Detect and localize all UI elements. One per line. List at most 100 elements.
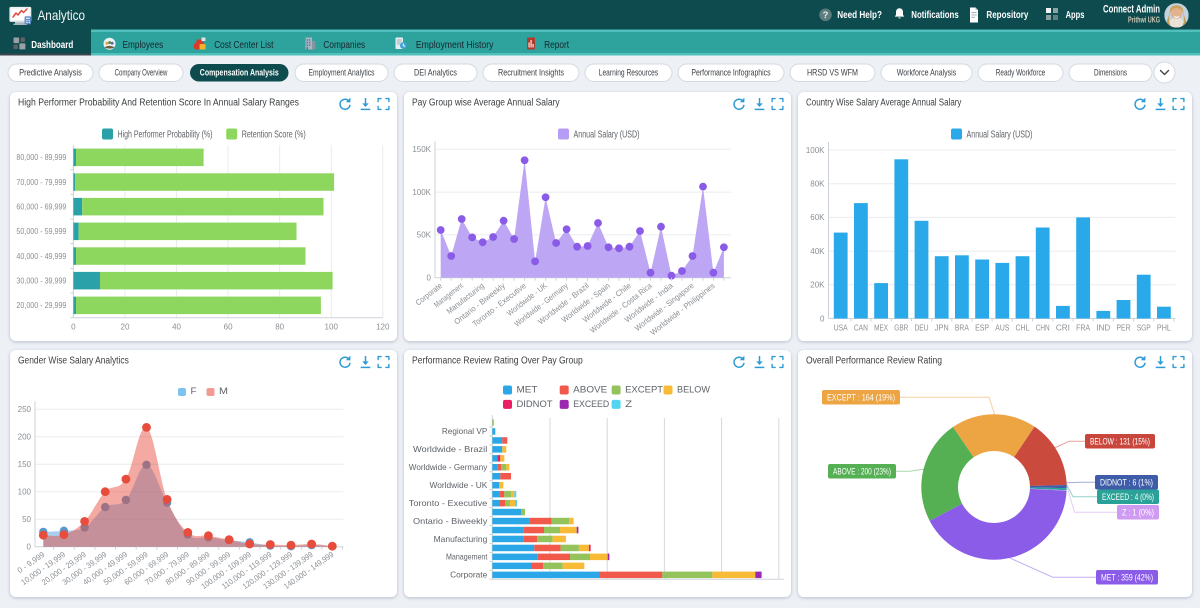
svg-text:80: 80 — [275, 323, 284, 332]
svg-text:40K: 40K — [810, 247, 825, 256]
svg-text:DEI Analytics: DEI Analytics — [414, 68, 457, 78]
svg-text:50K: 50K — [417, 231, 432, 240]
svg-text:Z : 1 (0%): Z : 1 (0%) — [1122, 507, 1154, 517]
svg-text:AUS: AUS — [995, 324, 1009, 333]
svg-text:0: 0 — [27, 543, 32, 552]
svg-text:Compensation Analysis: Compensation Analysis — [200, 68, 279, 78]
svg-text:EXCEED : 4 (0%): EXCEED : 4 (0%) — [1102, 492, 1154, 502]
svg-text:Need Help?: Need Help? — [837, 9, 882, 21]
svg-text:Apps: Apps — [1066, 9, 1085, 21]
svg-text:GBR: GBR — [894, 324, 908, 333]
svg-text:0: 0 — [820, 314, 825, 323]
svg-text:Dashboard: Dashboard — [31, 39, 73, 51]
svg-text:Management: Management — [446, 552, 488, 562]
svg-text:SGP: SGP — [1137, 324, 1151, 333]
svg-text:Ready Workforce: Ready Workforce — [996, 68, 1046, 78]
svg-text:Retention Score (%): Retention Score (%) — [242, 130, 306, 141]
svg-text:Ontario - Biweekly: Ontario - Biweekly — [413, 516, 488, 526]
svg-text:Country Wise Salary Average An: Country Wise Salary Average Annual Salar… — [806, 98, 961, 109]
svg-text:Worldwide - UK: Worldwide - UK — [430, 480, 488, 490]
svg-text:60,000 - 69,999: 60,000 - 69,999 — [16, 202, 66, 211]
svg-text:BELOW : 131 (15%): BELOW : 131 (15%) — [1090, 436, 1150, 446]
svg-text:60K: 60K — [810, 213, 825, 222]
svg-text:20: 20 — [121, 323, 130, 332]
svg-text:?: ? — [823, 10, 829, 21]
svg-text:100: 100 — [18, 488, 32, 497]
svg-text:Performance Infographics: Performance Infographics — [691, 68, 771, 78]
svg-text:Predictive Analysis: Predictive Analysis — [19, 68, 82, 78]
svg-text:150: 150 — [18, 460, 32, 469]
svg-text:CRI: CRI — [1056, 324, 1070, 333]
svg-text:DEU: DEU — [915, 324, 929, 333]
svg-text:40,000 - 49,999: 40,000 - 49,999 — [16, 252, 66, 261]
svg-text:PER: PER — [1117, 324, 1131, 333]
svg-text:USA: USA — [834, 324, 849, 333]
svg-text:Analytico: Analytico — [38, 7, 86, 23]
svg-text:IND: IND — [1096, 324, 1110, 333]
svg-text:Report: Report — [544, 39, 569, 51]
svg-text:Annual Salary (USD): Annual Salary (USD) — [574, 130, 640, 141]
svg-text:High Performer Probability And: High Performer Probability And Retention… — [18, 98, 299, 109]
svg-text:Z: Z — [625, 399, 633, 409]
svg-text:Employment History: Employment History — [416, 39, 494, 51]
svg-text:Repository: Repository — [986, 9, 1028, 21]
svg-text:100K: 100K — [806, 146, 825, 155]
svg-text:Worldwide - Brazil: Worldwide - Brazil — [413, 444, 487, 454]
svg-text:Toronto - Executive: Toronto - Executive — [409, 498, 488, 508]
svg-text:CAN: CAN — [854, 324, 868, 333]
svg-text:HRSD VS WFM: HRSD VS WFM — [807, 68, 858, 78]
svg-text:80,000 - 89,999: 80,000 - 89,999 — [16, 153, 66, 162]
svg-text:100: 100 — [325, 323, 339, 332]
svg-text:Overall Performance Review Rat: Overall Performance Review Rating — [806, 356, 942, 367]
svg-text:0: 0 — [71, 323, 76, 332]
svg-text:Recruitment Insights: Recruitment Insights — [498, 68, 564, 78]
svg-text:20,000 - 29,999: 20,000 - 29,999 — [16, 301, 66, 310]
svg-text:PHL: PHL — [1157, 324, 1171, 333]
svg-text:FRA: FRA — [1076, 324, 1091, 333]
svg-text:Notifications: Notifications — [911, 9, 959, 21]
svg-text:Performance Review Rating Over: Performance Review Rating Over Pay Group — [412, 356, 583, 367]
svg-text:0: 0 — [427, 274, 432, 283]
svg-text:CHN: CHN — [1036, 324, 1050, 333]
svg-text:150K: 150K — [412, 145, 431, 154]
svg-text:MEX: MEX — [874, 324, 889, 333]
svg-text:Regional VP: Regional VP — [442, 426, 488, 436]
svg-text:Companies: Companies — [323, 39, 365, 51]
svg-text:EXCEPT: EXCEPT — [625, 385, 664, 395]
svg-text:250: 250 — [18, 405, 32, 414]
svg-text:MET : 359 (42%): MET : 359 (42%) — [1101, 572, 1153, 582]
svg-text:EXCEPT : 164 (19%): EXCEPT : 164 (19%) — [827, 392, 895, 402]
svg-text:ESP: ESP — [975, 324, 989, 333]
svg-text:ABOVE: ABOVE — [573, 385, 607, 395]
svg-text:Learning Resources: Learning Resources — [599, 68, 659, 78]
svg-text:Manufacturing: Manufacturing — [434, 534, 488, 544]
svg-text:BELOW: BELOW — [677, 385, 711, 395]
svg-text:Connect Admin: Connect Admin — [1103, 4, 1160, 16]
svg-text:Gender Wise Salary Analytics: Gender Wise Salary Analytics — [18, 356, 129, 367]
svg-text:80K: 80K — [810, 180, 825, 189]
svg-text:200: 200 — [18, 433, 32, 442]
svg-text:70,000 - 79,999: 70,000 - 79,999 — [16, 178, 66, 187]
svg-text:120: 120 — [376, 323, 390, 332]
svg-text:CHL: CHL — [1016, 324, 1030, 333]
svg-text:M: M — [219, 386, 228, 396]
svg-text:30,000 - 39,999: 30,000 - 39,999 — [16, 276, 66, 285]
svg-text:F: F — [191, 386, 198, 396]
svg-text:MET: MET — [517, 385, 539, 395]
svg-text:JPN: JPN — [935, 324, 949, 333]
svg-text:60: 60 — [224, 323, 233, 332]
svg-text:20K: 20K — [810, 281, 825, 290]
svg-text:BRA: BRA — [955, 324, 970, 333]
svg-text:DIDNOT: DIDNOT — [517, 399, 554, 409]
svg-text:40: 40 — [172, 323, 181, 332]
svg-text:DIDNOT : 6 (1%): DIDNOT : 6 (1%) — [1100, 477, 1153, 487]
svg-text:50,000 - 59,999: 50,000 - 59,999 — [16, 227, 66, 236]
svg-text:High Performer Probability (%): High Performer Probability (%) — [118, 130, 213, 141]
svg-text:Annual Salary (USD): Annual Salary (USD) — [967, 130, 1033, 141]
svg-text:Corporate: Corporate — [450, 570, 487, 580]
svg-text:100K: 100K — [412, 188, 431, 197]
svg-text:Company Overview: Company Overview — [115, 68, 168, 78]
svg-text:Cost Center List: Cost Center List — [214, 39, 273, 51]
svg-text:Worldwide - Germany: Worldwide - Germany — [409, 462, 488, 472]
svg-text:Employees: Employees — [123, 39, 164, 51]
